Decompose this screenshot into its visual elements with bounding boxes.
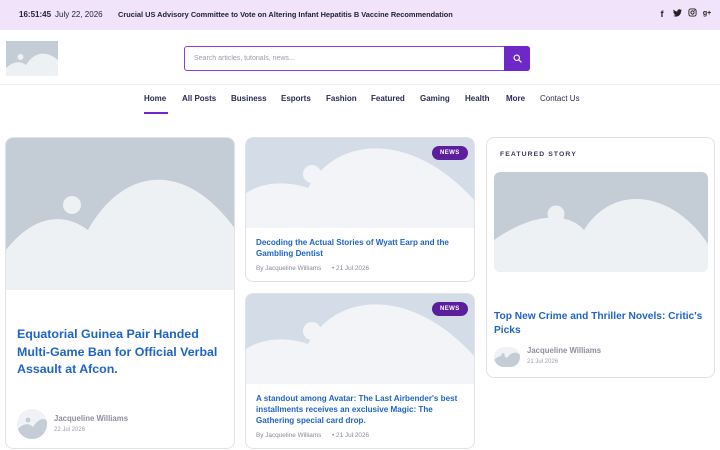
header-divider [0, 84, 720, 85]
clock-time: 16:51:45 [19, 10, 52, 19]
nav-item-gaming[interactable]: Gaming [420, 94, 450, 103]
nav-item-more[interactable]: More [506, 94, 525, 103]
article-date: • 21 Jul 2026 [332, 432, 370, 439]
featured-article-title[interactable]: Top New Crime and Thriller Novels: Criti… [494, 310, 708, 338]
nav-item-fashion[interactable]: Fashion [326, 94, 357, 103]
nav-item-featured[interactable]: Featured [371, 94, 405, 103]
nav-item-business[interactable]: Business [231, 94, 267, 103]
author-name[interactable]: Jacqueline Williams [527, 346, 601, 355]
article-date: 21 Jul 2026 [527, 359, 559, 365]
site-logo[interactable] [6, 41, 58, 76]
instagram-icon[interactable] [687, 8, 697, 20]
article-image-placeholder [6, 138, 234, 290]
nav-item-health[interactable]: Health [465, 94, 489, 103]
featured-story-label: FEATURED STORY [500, 151, 577, 158]
twitter-icon[interactable] [672, 8, 682, 20]
nav-item-home[interactable]: Home [144, 94, 166, 103]
top-bar: 16:51:45 July 22, 2026 Crucial US Adviso… [0, 0, 720, 30]
nav-item-contact[interactable]: Contact Us [540, 94, 580, 103]
article-author[interactable]: By Jacqueline Williams [256, 432, 321, 439]
facebook-icon[interactable]: f [657, 8, 667, 20]
main-nav: Home All Posts Business Esports Fashion … [0, 94, 720, 108]
search-icon [512, 54, 522, 63]
active-nav-indicator [144, 112, 168, 114]
article-date: 22 Jul 2026 [54, 427, 86, 433]
avatar [494, 347, 520, 367]
news-ticker-headline[interactable]: Crucial US Advisory Committee to Vote on… [118, 10, 453, 19]
nav-item-esports[interactable]: Esports [281, 94, 311, 103]
article-image-placeholder [494, 172, 708, 272]
article-card-top[interactable]: NEWS Decoding the Actual Stories of Wyat… [245, 137, 475, 282]
category-badge[interactable]: NEWS [432, 146, 468, 160]
article-title[interactable]: A standout among Avatar: The Last Airben… [256, 393, 472, 426]
social-links: f g+ [657, 8, 712, 20]
category-badge[interactable]: NEWS [432, 302, 468, 316]
search-button[interactable] [504, 46, 530, 71]
main-article-card[interactable]: Equatorial Guinea Pair Handed Multi-Game… [5, 137, 235, 449]
search-input[interactable] [185, 47, 505, 70]
article-card-bottom[interactable]: NEWS A standout among Avatar: The Last A… [245, 293, 475, 449]
article-title[interactable]: Decoding the Actual Stories of Wyatt Ear… [256, 237, 470, 259]
google-plus-icon[interactable]: g+ [702, 8, 712, 20]
current-date: July 22, 2026 [55, 10, 103, 19]
author-name[interactable]: Jacqueline Williams [54, 414, 128, 423]
avatar [17, 409, 47, 439]
article-author[interactable]: By Jacqueline Williams [256, 265, 321, 272]
featured-story-card[interactable]: FEATURED STORY Top New Crime and Thrille… [486, 137, 715, 378]
main-article-title[interactable]: Equatorial Guinea Pair Handed Multi-Game… [17, 326, 229, 379]
search-box [184, 46, 530, 71]
nav-item-all-posts[interactable]: All Posts [182, 94, 216, 103]
article-date: • 21 Jul 2026 [332, 265, 370, 272]
